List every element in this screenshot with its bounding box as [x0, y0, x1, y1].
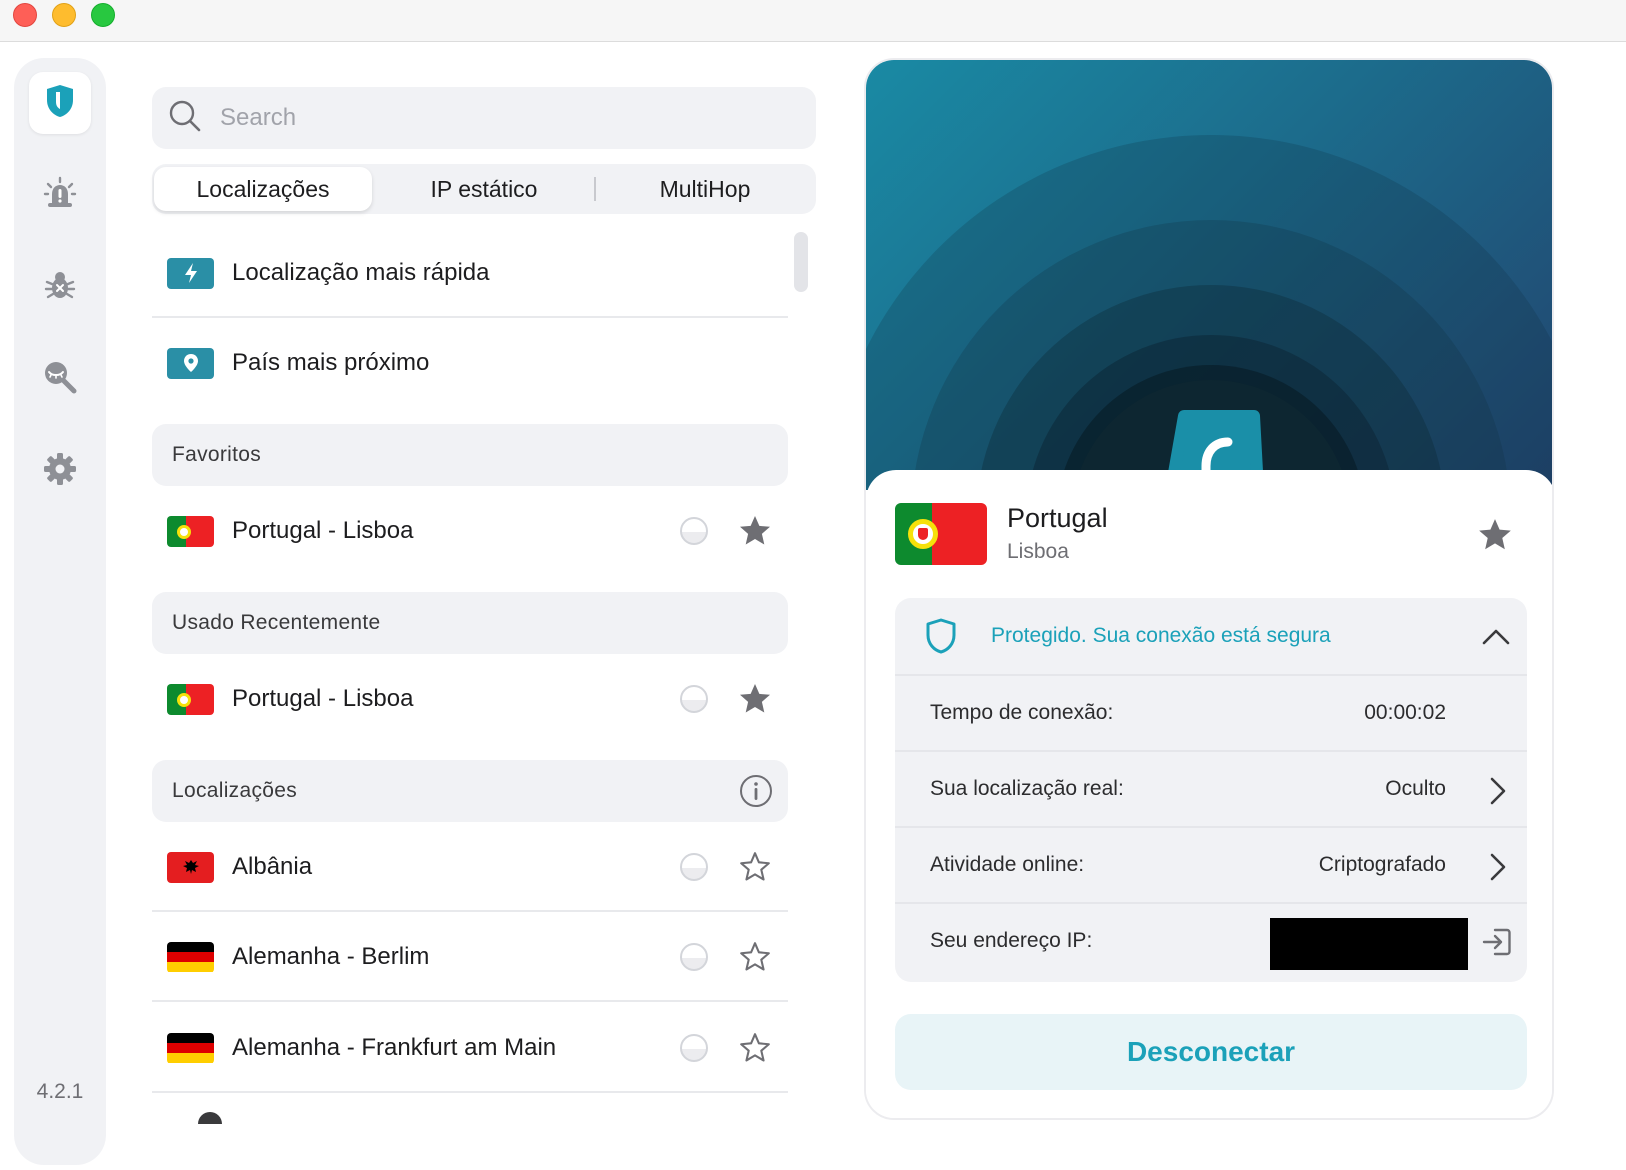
fastest-location-item[interactable]: Localização mais rápida — [152, 228, 788, 318]
location-item[interactable]: Alemanha - Frankfurt am Main — [152, 1003, 788, 1093]
status-text: Protegido. Sua conexão está segura — [991, 624, 1331, 647]
star-outline-icon[interactable] — [737, 1030, 773, 1071]
fastest-location-label: Localização mais rápida — [232, 259, 490, 286]
shield-outline-icon — [925, 618, 957, 659]
connection-time-row: Tempo de conexão: 00:00:02 — [895, 674, 1527, 750]
connection-time-label: Tempo de conexão: — [930, 701, 1114, 724]
tab-ip-estatico[interactable]: IP estático — [374, 167, 594, 211]
online-activity-row[interactable]: Atividade online: Criptografado — [895, 826, 1527, 902]
close-window-button[interactable] — [13, 3, 37, 27]
copy-ip-icon[interactable] — [1481, 926, 1513, 963]
connect-radio[interactable] — [680, 1034, 708, 1062]
recent-header: Usado Recentemente — [152, 592, 788, 654]
location-label: Alemanha - Frankfurt am Main — [232, 1034, 557, 1061]
nearest-country-label: País mais próximo — [232, 349, 430, 376]
location-label: Portugal - Lisboa — [232, 517, 414, 544]
recent-item[interactable]: Portugal - Lisboa — [152, 654, 788, 744]
location-pin-icon — [167, 347, 214, 379]
star-outline-icon[interactable] — [737, 849, 773, 890]
real-location-value: Oculto — [1385, 777, 1446, 800]
favorites-title: Favoritos — [172, 443, 262, 466]
albania-flag-icon — [167, 851, 214, 883]
bug-icon — [43, 268, 77, 307]
recent-title: Usado Recentemente — [172, 611, 381, 634]
ip-address-label: Seu endereço IP: — [930, 929, 1093, 952]
connection-card: Portugal Lisboa Protegido. Sua conexão e… — [866, 470, 1552, 1118]
chevron-right-icon — [1489, 776, 1507, 811]
sidebar-item-vpn[interactable] — [29, 72, 91, 134]
nearest-country-item[interactable]: País mais próximo — [152, 318, 788, 408]
favorites-header: Favoritos — [152, 424, 788, 486]
sidebar: 4.2.1 — [14, 58, 106, 1165]
star-outline-icon[interactable] — [737, 939, 773, 980]
star-filled-icon[interactable] — [1476, 516, 1514, 559]
portugal-flag-icon — [167, 515, 214, 547]
lightning-icon — [167, 257, 214, 289]
connected-city: Lisboa — [1007, 540, 1069, 563]
germany-flag-icon — [167, 941, 214, 973]
list-scrollbar[interactable] — [794, 232, 808, 292]
search-input[interactable] — [220, 104, 780, 132]
connect-radio[interactable] — [680, 685, 708, 713]
disconnect-button[interactable]: Desconectar — [895, 1014, 1527, 1090]
star-filled-icon[interactable] — [737, 513, 773, 554]
location-tabs: Localizações IP estático MultiHop — [152, 164, 816, 214]
tab-multihop[interactable]: MultiHop — [596, 167, 814, 211]
real-location-row[interactable]: Sua localização real: Oculto — [895, 750, 1527, 826]
online-activity-label: Atividade online: — [930, 853, 1085, 876]
location-label: Alemanha - Berlim — [232, 943, 430, 970]
sidebar-item-settings[interactable] — [29, 440, 91, 502]
chevron-right-icon — [1489, 852, 1507, 887]
locations-title: Localizações — [172, 779, 298, 802]
search-box — [152, 87, 816, 149]
connection-time-value: 00:00:02 — [1364, 701, 1446, 724]
info-icon[interactable] — [739, 774, 773, 813]
connection-status-box: Protegido. Sua conexão está segura Tempo… — [895, 598, 1527, 982]
title-bar — [0, 0, 1626, 42]
locations-header: Localizações — [152, 760, 788, 822]
sidebar-item-privacy-search[interactable] — [29, 348, 91, 410]
app-version: 4.2.1 — [36, 1080, 84, 1103]
connect-radio[interactable] — [680, 517, 708, 545]
location-item[interactable]: Albânia — [152, 822, 788, 912]
status-header[interactable]: Protegido. Sua conexão está segura — [895, 598, 1527, 674]
connect-radio[interactable] — [680, 943, 708, 971]
connection-panel: Portugal Lisboa Protegido. Sua conexão e… — [864, 58, 1554, 1120]
chevron-up-icon[interactable] — [1481, 626, 1511, 651]
location-label: Portugal - Lisboa — [232, 685, 414, 712]
minimize-window-button[interactable] — [52, 3, 76, 27]
ip-address-redacted — [1270, 918, 1468, 970]
ip-address-row: Seu endereço IP: — [895, 902, 1527, 978]
search-eye-icon — [42, 359, 78, 400]
sidebar-item-antivirus[interactable] — [29, 256, 91, 318]
search-icon — [152, 99, 202, 138]
portugal-flag-icon — [895, 503, 987, 565]
next-flag-partial — [198, 1112, 222, 1124]
location-item[interactable]: Alemanha - Berlim — [152, 912, 788, 1002]
germany-flag-icon — [167, 1032, 214, 1064]
sidebar-item-alert[interactable] — [29, 164, 91, 226]
online-activity-value: Criptografado — [1318, 853, 1446, 876]
real-location-label: Sua localização real: — [930, 777, 1124, 800]
star-filled-icon[interactable] — [737, 681, 773, 722]
shield-icon — [45, 84, 75, 123]
connected-illustration — [866, 60, 1552, 490]
connect-radio[interactable] — [680, 853, 708, 881]
portugal-flag-icon — [167, 683, 214, 715]
alert-icon — [43, 176, 77, 215]
connected-country: Portugal — [1007, 503, 1108, 533]
favorite-item[interactable]: Portugal - Lisboa — [152, 486, 788, 576]
gear-icon — [43, 452, 77, 491]
zoom-window-button[interactable] — [91, 3, 115, 27]
tab-localizacoes[interactable]: Localizações — [154, 167, 372, 211]
location-label: Albânia — [232, 853, 313, 880]
